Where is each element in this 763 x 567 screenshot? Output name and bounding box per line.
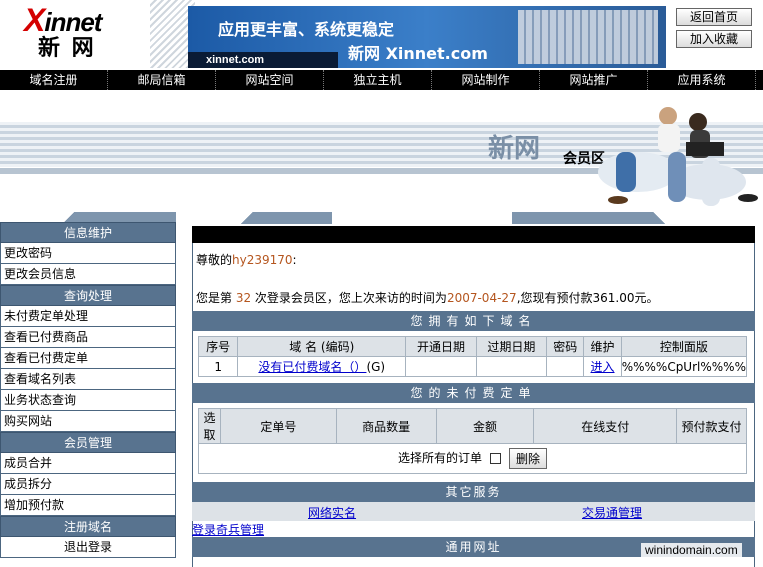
nav-dedicated-host[interactable]: 独立主机 — [324, 70, 432, 90]
col-order-no: 定单号 — [219, 408, 337, 444]
logo-chinese: 新 网 — [38, 36, 96, 61]
sidebar-item-change-password[interactable]: 更改密码 — [0, 243, 176, 264]
real-name-link[interactable]: 网络实名 — [308, 504, 356, 521]
main-content: 尊敬的hy239170: 您是第 32 次登录会员区，您上次来访的时间为2007… — [192, 212, 755, 567]
col-prepay: 预付款支付 — [676, 408, 747, 444]
server-image — [518, 10, 658, 64]
orders-section-title: 您的未付费定单 — [192, 383, 755, 403]
row-domain-code: (G) — [366, 360, 386, 374]
main-black-bar — [192, 226, 755, 243]
row-index: 1 — [197, 356, 239, 377]
last-visit-date: 2007-04-27 — [446, 291, 517, 305]
select-all-label: 选择所有的订单 — [397, 451, 482, 465]
member-area-banner: 新网 会员区 — [0, 92, 763, 210]
orders-table: 选取 定单号 商品数量 金额 在线支付 预付款支付 选择所有的订单 删除 — [198, 408, 747, 474]
col-domain: 域 名 (编码) — [237, 336, 407, 357]
visit-info: 您是第 32 次登录会员区，您上次来访的时间为2007-04-27,您现有预付款… — [196, 289, 659, 306]
register-row: 登录奇兵管理 — [192, 521, 755, 537]
qibing-manage-link[interactable]: 登录奇兵管理 — [192, 523, 264, 537]
col-control-panel: 控制面版 — [620, 336, 748, 357]
sidebar-item-add-prepayment[interactable]: 增加预付款 — [0, 495, 176, 516]
sidebar-section-member: 会员管理 — [0, 432, 176, 453]
sidebar-item-merge-members[interactable]: 成员合并 — [0, 453, 176, 474]
domains-section-title: 您拥有如下域名 — [192, 311, 755, 331]
ad-banner[interactable]: 应用更丰富、系统更稳定 新网 Xinnet.com xinnet.com — [188, 6, 666, 68]
select-all-checkbox[interactable] — [490, 453, 501, 464]
username: hy239170 — [232, 253, 293, 267]
main-nav: 域名注册 邮局信箱 网站空间 独立主机 网站制作 网站推广 应用系统 — [0, 70, 763, 90]
row-expire-date — [475, 356, 548, 377]
col-password: 密码 — [546, 336, 585, 357]
domains-table: 序号 域 名 (编码) 开通日期 过期日期 密码 维护 控制面版 1 没有已付费… — [197, 336, 748, 377]
nav-domain-register[interactable]: 域名注册 — [0, 70, 108, 90]
nav-web-design[interactable]: 网站制作 — [432, 70, 540, 90]
col-select: 选取 — [198, 408, 221, 444]
select-all-row: 选择所有的订单 删除 — [198, 443, 747, 474]
visit-middle: 次登录会员区，您上次来访的时间为 — [251, 291, 447, 305]
greeting-suffix: : — [292, 253, 297, 267]
visit-suffix: ,您现有预付款361.00元。 — [516, 291, 659, 305]
trade-manage-link[interactable]: 交易通管理 — [582, 504, 642, 521]
nav-mailbox[interactable]: 邮局信箱 — [108, 70, 216, 90]
add-favorite-button[interactable]: 加入收藏 — [676, 30, 752, 48]
row-domain: 没有已付费域名（）(G) — [237, 356, 407, 377]
col-maintain: 维护 — [583, 336, 622, 357]
col-amount: 金额 — [435, 408, 535, 444]
other-services-title: 其它服务 — [192, 482, 755, 502]
enter-link[interactable]: 进入 — [583, 356, 622, 377]
banner-brand: 新网 Xinnet.com — [348, 44, 488, 63]
visit-count: 32 — [235, 291, 252, 305]
select-all-cell: 选择所有的订单 删除 — [198, 443, 747, 474]
sidebar-item-paid-products[interactable]: 查看已付费商品 — [0, 327, 176, 348]
other-services-row: 网络实名 交易通管理 — [192, 502, 755, 521]
sidebar-item-split-members[interactable]: 成员拆分 — [0, 474, 176, 495]
sidebar: 信息维护 更改密码 更改会员信息 查询处理 未付费定单处理 查看已付费商品 查看… — [0, 212, 176, 567]
people-illustration — [598, 102, 758, 210]
row-open-date — [405, 356, 477, 377]
sidebar-tab — [0, 212, 176, 222]
return-home-button[interactable]: 返回首页 — [676, 8, 752, 26]
sidebar-item-unpaid-orders[interactable]: 未付费定单处理 — [0, 306, 176, 327]
col-index: 序号 — [197, 336, 239, 357]
sidebar-section-query: 查询处理 — [0, 285, 176, 306]
greeting: 尊敬的hy239170: — [196, 251, 297, 268]
main-tab — [192, 212, 755, 224]
sidebar-section-register[interactable]: 注册域名 — [0, 516, 176, 537]
greeting-prefix: 尊敬的 — [196, 253, 233, 267]
row-control-panel: %%%%CpUrl%%%% — [620, 356, 748, 377]
sidebar-item-buy-website[interactable]: 购买网站 — [0, 411, 176, 432]
row-password — [546, 356, 585, 377]
sidebar-item-business-status[interactable]: 业务状态查询 — [0, 390, 176, 411]
delete-button[interactable]: 删除 — [509, 448, 548, 469]
banner-url: xinnet.com — [188, 52, 338, 68]
no-paid-domain-link[interactable]: 没有已付费域名（） — [258, 360, 366, 374]
nav-app-system[interactable]: 应用系统 — [648, 70, 756, 90]
sidebar-item-domain-list[interactable]: 查看域名列表 — [0, 369, 176, 390]
banner-slogan: 应用更丰富、系统更稳定 — [218, 20, 395, 39]
col-open-date: 开通日期 — [405, 336, 477, 357]
visit-prefix: 您是第 — [196, 291, 236, 305]
nav-web-promotion[interactable]: 网站推广 — [540, 70, 648, 90]
col-online-pay: 在线支付 — [533, 408, 678, 444]
sidebar-item-change-member-info[interactable]: 更改会员信息 — [0, 264, 176, 285]
sidebar-item-paid-orders[interactable]: 查看已付费定单 — [0, 348, 176, 369]
sidebar-section-info: 信息维护 — [0, 222, 176, 243]
col-expire-date: 过期日期 — [475, 336, 548, 357]
watermark: winindomain.com — [641, 543, 742, 557]
table-row: 1 没有已付费域名（）(G) 进入 %%%%CpUrl%%%% — [197, 356, 748, 377]
nav-web-space[interactable]: 网站空间 — [216, 70, 324, 90]
sidebar-item-logout[interactable]: 退出登录 — [0, 537, 176, 558]
col-quantity: 商品数量 — [335, 408, 437, 444]
